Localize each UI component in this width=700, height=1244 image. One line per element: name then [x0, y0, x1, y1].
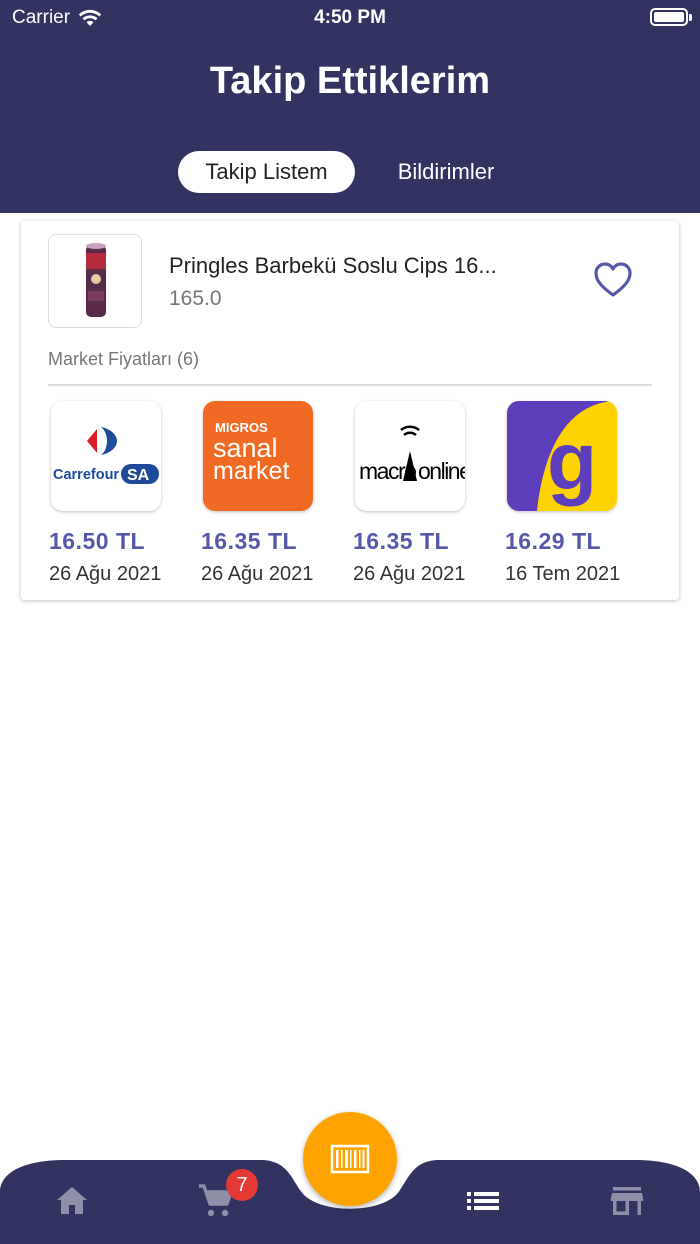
tab-bildirimler[interactable]: Bildirimler — [370, 151, 522, 193]
product-card[interactable]: Pringles Barbekü Soslu Cips 16... 165.0 … — [21, 221, 679, 600]
nav-home[interactable] — [52, 1181, 92, 1221]
market-price: 16.50 TL — [49, 528, 146, 554]
status-bar: Carrier 4:50 PM — [0, 0, 700, 36]
market-price: 16.35 TL — [353, 528, 450, 554]
app-header: Carrier 4:50 PM Takip Ettiklerim Takip L… — [0, 0, 700, 213]
market-item[interactable]: g 16.29 TL 16 Tem 2021 — [505, 401, 645, 586]
market-price: 16.29 TL — [505, 528, 602, 554]
nav-store[interactable] — [607, 1181, 647, 1221]
product-name: Pringles Barbekü Soslu Cips 16... — [169, 253, 497, 278]
home-icon — [57, 1187, 87, 1214]
tab-bar: Takip Listem Bildirimler — [0, 151, 700, 193]
list-icon — [467, 1192, 499, 1210]
svg-text:Carrefour: Carrefour — [53, 467, 119, 483]
cart-badge: 7 — [226, 1169, 258, 1201]
heart-icon — [594, 262, 632, 297]
carrefoursa-logo: Carrefour SA — [51, 401, 161, 511]
market-item[interactable]: Carrefour SA 16.50 TL 26 Ağu 2021 — [49, 401, 189, 586]
status-time: 4:50 PM — [314, 7, 386, 28]
svg-text:SA: SA — [127, 467, 150, 484]
migros-sanal-market-logo: MIGROS sanal market — [203, 401, 313, 511]
favorite-button[interactable] — [589, 259, 637, 301]
market-prices-label: Market Fiyatları (6) — [48, 349, 200, 369]
market-date: 26 Ağu 2021 — [49, 563, 162, 585]
pringles-can-icon — [86, 243, 106, 317]
getir-logo: g — [507, 401, 617, 511]
divider — [48, 384, 652, 386]
nav-list[interactable] — [463, 1181, 503, 1221]
svg-text:g: g — [547, 416, 597, 507]
market-date: 16 Tem 2021 — [505, 563, 621, 585]
market-date: 26 Ağu 2021 — [201, 563, 314, 585]
market-item[interactable]: MIGROS sanal market 16.35 TL 26 Ağu 2021 — [201, 401, 341, 586]
store-icon — [610, 1187, 644, 1215]
macroonline-logo: macro online — [355, 401, 465, 511]
market-item[interactable]: macro online 16.35 TL 26 Ağu 2021 — [353, 401, 493, 586]
svg-text:market: market — [213, 457, 289, 485]
product-image — [48, 234, 142, 328]
barcode-scan-button[interactable] — [303, 1112, 397, 1206]
barcode-icon — [330, 1144, 370, 1174]
tab-takip-listem[interactable]: Takip Listem — [178, 151, 355, 193]
page-title: Takip Ettiklerim — [209, 60, 491, 102]
svg-text:online: online — [418, 458, 465, 484]
product-quantity: 165.0 — [169, 287, 222, 310]
battery-icon — [650, 8, 692, 26]
market-price: 16.35 TL — [201, 528, 298, 554]
market-date: 26 Ağu 2021 — [353, 563, 466, 585]
